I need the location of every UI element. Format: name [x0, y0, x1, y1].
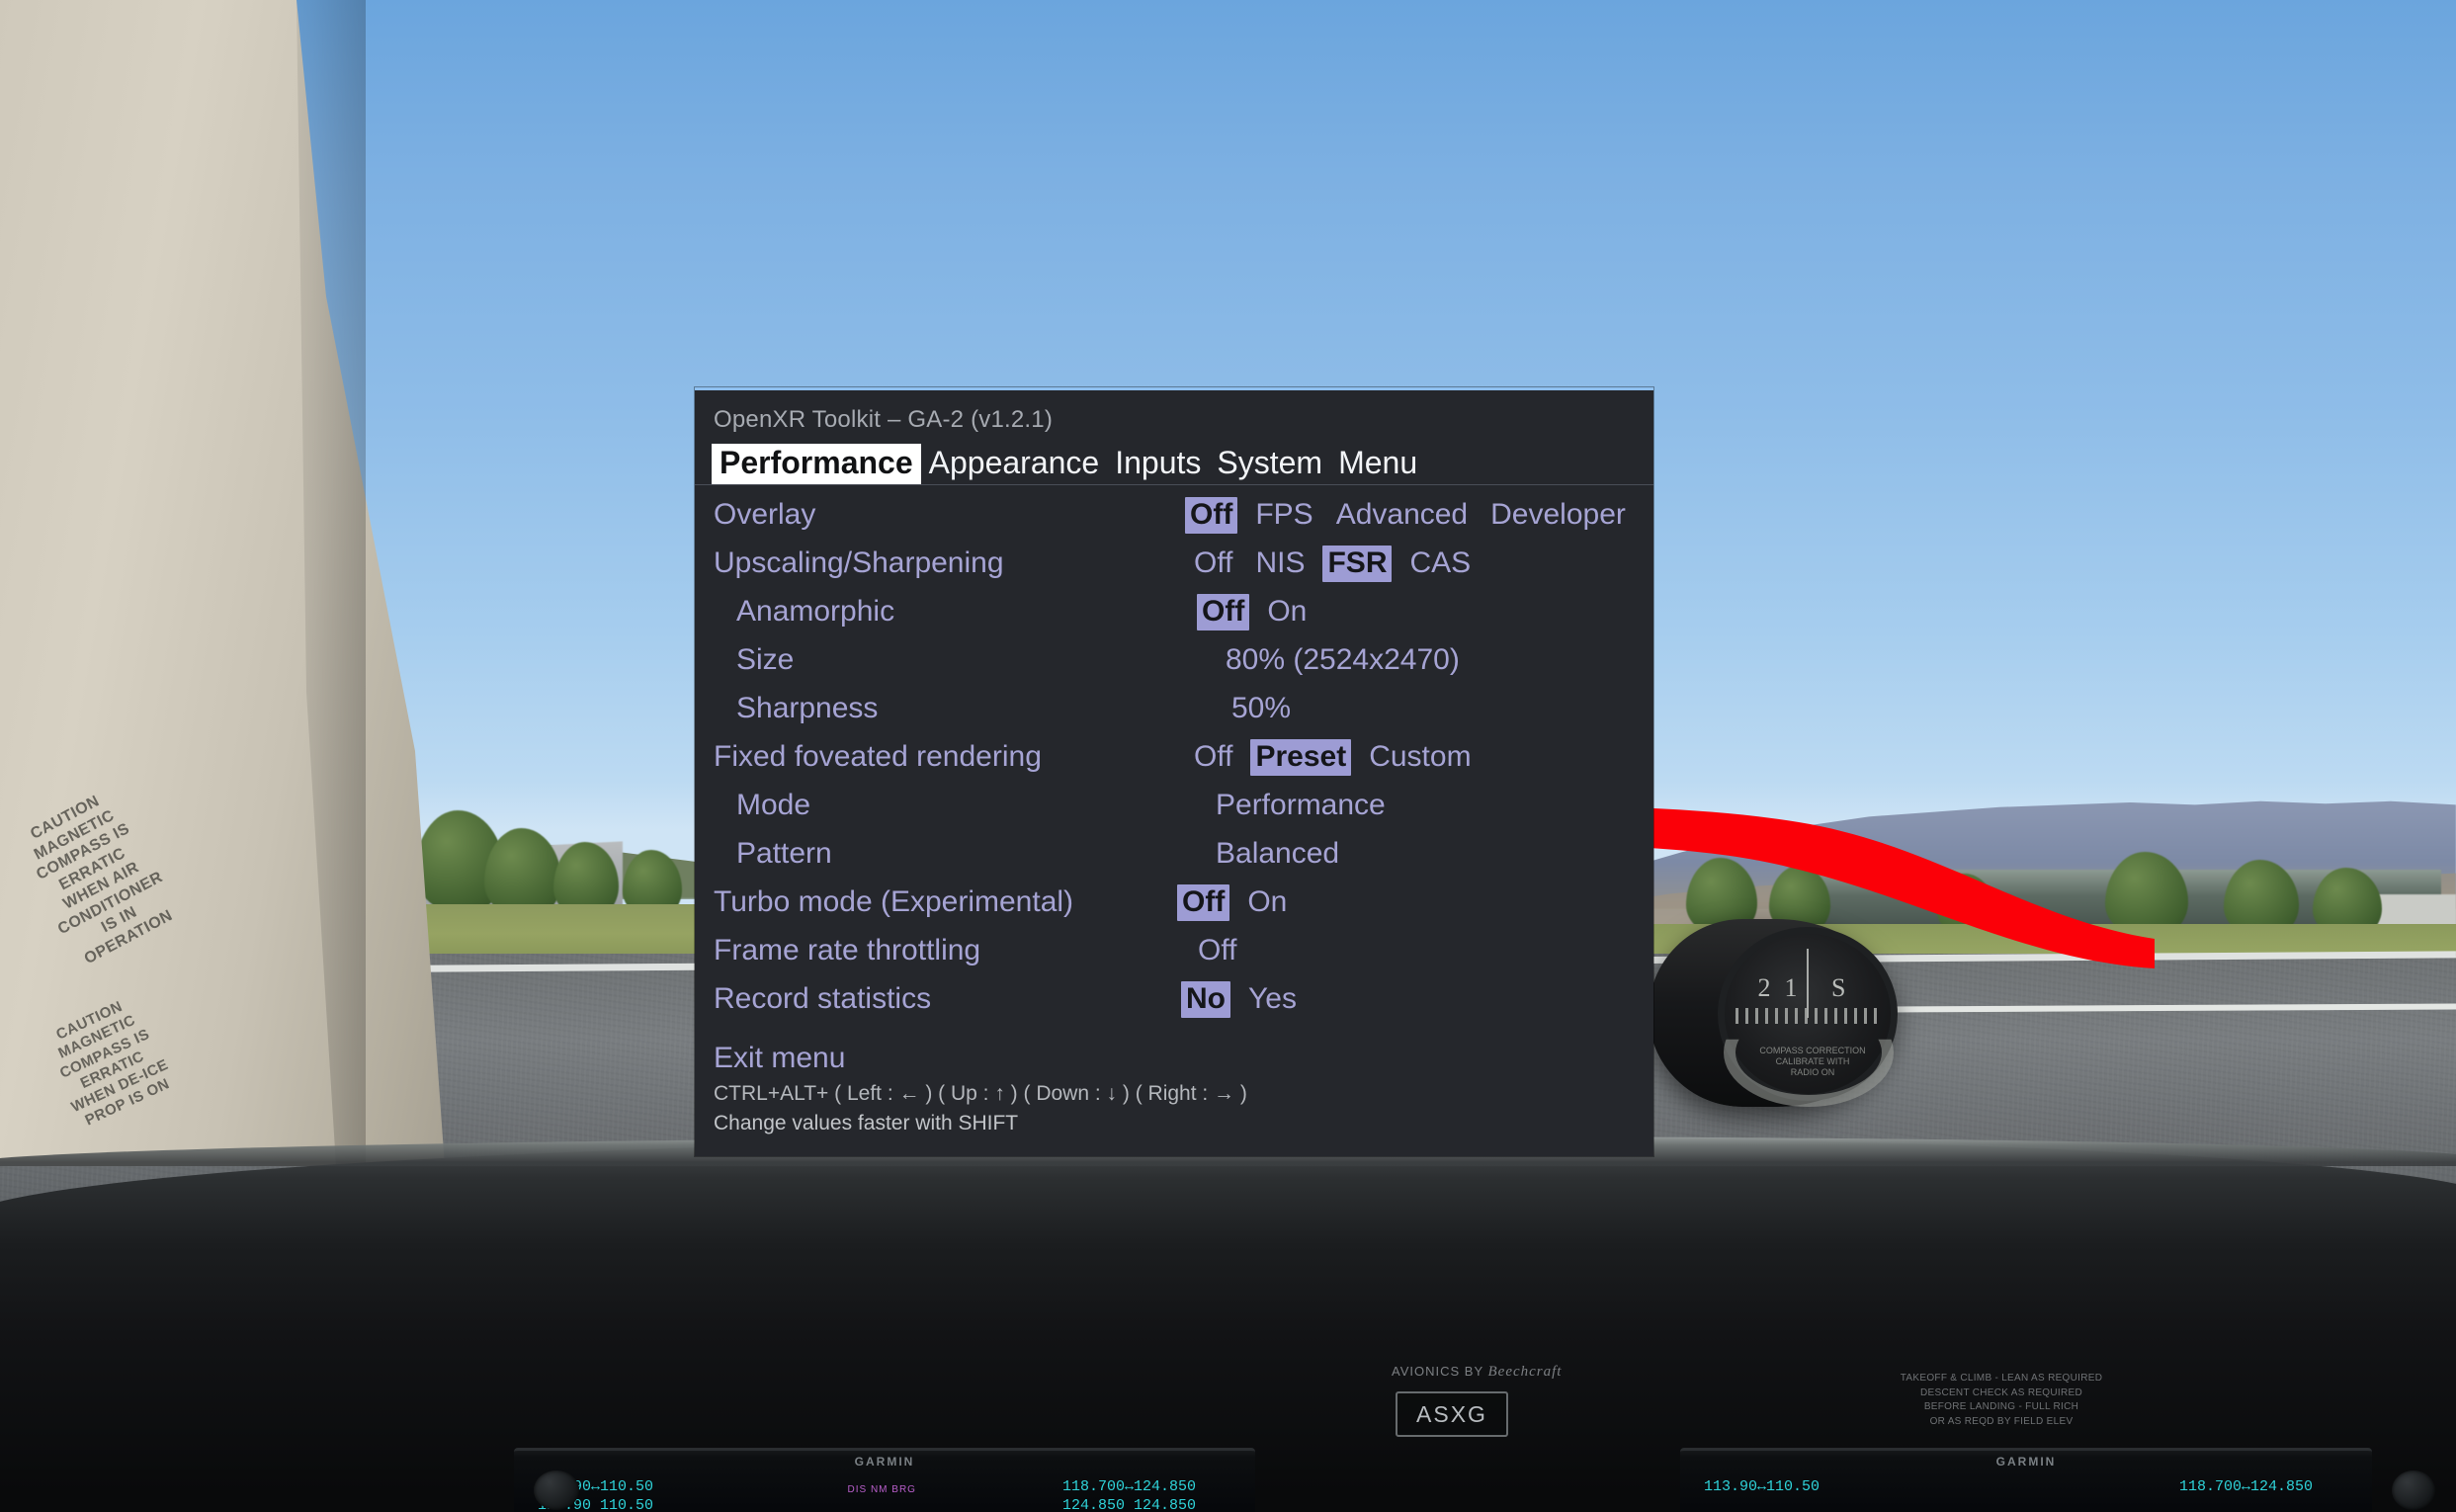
setting-row-anamorphic[interactable]: Anamorphic Off On — [695, 594, 1653, 642]
tab-performance[interactable]: Performance — [712, 443, 921, 484]
setting-label-mode: Mode — [736, 789, 811, 821]
value-sharpness[interactable]: 50% — [1227, 691, 1296, 727]
distance-bearing-labels: DIS NM BRG — [847, 1484, 916, 1495]
option-anamorphic-off[interactable]: Off — [1197, 594, 1250, 630]
option-upscaling-sharpening-fsr[interactable]: FSR — [1322, 546, 1393, 582]
setting-values-turbo-mode-experimental: Off On — [1149, 884, 1653, 921]
setting-values-record-statistics: No Yes — [1149, 981, 1653, 1018]
tab-menu[interactable]: Menu — [1330, 444, 1425, 484]
setting-label-pattern: Pattern — [736, 837, 832, 870]
setting-label-upscaling-sharpening: Upscaling/Sharpening — [714, 546, 1004, 579]
option-overlay-advanced[interactable]: Advanced — [1331, 497, 1473, 534]
option-overlay-off[interactable]: Off — [1185, 497, 1238, 534]
setting-row-fixed-foveated-rendering[interactable]: Fixed foveated rendering Off Preset Custom — [695, 739, 1653, 788]
garmin-tuning-knob-right[interactable] — [2392, 1470, 2435, 1510]
com-frequency-readout-left: 118.700↔124.850 124.850 124.850 — [1061, 1478, 1196, 1512]
option-overlay-fps[interactable]: FPS — [1250, 497, 1317, 534]
setting-row-sharpness[interactable]: Sharpness 50% — [695, 691, 1653, 739]
keyboard-hint: CTRL+ALT+ ( Left : ← ) ( Up : ↑ ) ( Down… — [714, 1079, 1247, 1138]
option-record-statistics-no[interactable]: No — [1181, 981, 1230, 1018]
screenshot-stage: CAUTION MAGNETIC COMPASS IS ERRATIC WHEN… — [0, 0, 2456, 1512]
keyboard-hint-line-1: CTRL+ALT+ ( Left : ← ) ( Up : ↑ ) ( Down… — [714, 1082, 1247, 1106]
keyboard-hint-line-2: Change values faster with SHIFT — [714, 1112, 1019, 1135]
setting-label-frame-rate-throttling: Frame rate throttling — [714, 934, 981, 966]
setting-row-frame-rate-throttling[interactable]: Frame rate throttling Off — [695, 933, 1653, 981]
value-size[interactable]: 80% (2524x2470) — [1221, 642, 1465, 679]
setting-values-overlay: Off FPS Advanced Developer — [1149, 497, 1653, 534]
setting-values-sharpness: 50% — [1149, 691, 1653, 727]
setting-values-frame-rate-throttling: Off — [1149, 933, 1653, 969]
settings-list: Overlay Off FPS Advanced Developer Upscaling/… — [695, 485, 1653, 1090]
tab-bar[interactable]: Performance Appearance Inputs System Men… — [695, 434, 1653, 485]
setting-label-size: Size — [736, 643, 795, 676]
setting-label-record-statistics: Record statistics — [714, 982, 932, 1015]
garmin-radio-left[interactable]: GARMIN 113.90↔110.50 113.90 110.50 DIS N… — [514, 1448, 1255, 1512]
nav-frequency-readout-right: 113.90↔110.50 — [1704, 1478, 1821, 1495]
setting-label-fixed-foveated-rendering: Fixed foveated rendering — [714, 740, 1042, 773]
compass-tick-marks — [1736, 1008, 1882, 1024]
option-upscaling-sharpening-off[interactable]: Off — [1189, 546, 1237, 582]
setting-row-turbo-mode-experimental[interactable]: Turbo mode (Experimental) Off On — [695, 884, 1653, 933]
option-turbo-mode-experimental-off[interactable]: Off — [1177, 884, 1230, 921]
option-fixed-foveated-rendering-preset[interactable]: Preset — [1250, 739, 1352, 776]
setting-row-pattern[interactable]: Pattern Balanced — [695, 836, 1653, 884]
value-mode[interactable]: Performance — [1211, 788, 1391, 824]
com-frequency-readout-right: 118.700↔124.850 — [2178, 1478, 2313, 1495]
setting-values-size: 80% (2524x2470) — [1149, 642, 1653, 679]
avionics-brand-label: AVIONICS BY Beechcraft — [1392, 1364, 1562, 1381]
setting-row-upscaling-sharpening[interactable]: Upscaling/Sharpening Off NIS FSR CAS — [695, 546, 1653, 594]
option-upscaling-sharpening-cas[interactable]: CAS — [1404, 546, 1476, 582]
tab-appearance[interactable]: Appearance — [921, 444, 1108, 484]
value-pattern[interactable]: Balanced — [1211, 836, 1344, 873]
option-fixed-foveated-rendering-custom[interactable]: Custom — [1364, 739, 1476, 776]
option-turbo-mode-experimental-on[interactable]: On — [1242, 884, 1292, 921]
garmin-tuning-knob-left[interactable] — [534, 1470, 579, 1510]
option-fixed-foveated-rendering-off[interactable]: Off — [1189, 739, 1237, 776]
garmin-logo: GARMIN — [854, 1455, 915, 1469]
exit-menu-label[interactable]: Exit menu — [695, 1042, 1149, 1075]
option-record-statistics-yes[interactable]: Yes — [1243, 981, 1302, 1018]
setting-values-pattern: Balanced — [1149, 836, 1653, 873]
setting-label-sharpness: Sharpness — [736, 692, 879, 724]
setting-row-overlay[interactable]: Overlay Off FPS Advanced Developer — [695, 497, 1653, 546]
garmin-logo: GARMIN — [1995, 1455, 2057, 1469]
option-anamorphic-on[interactable]: On — [1262, 594, 1312, 630]
avionics-brand-prefix: AVIONICS BY — [1392, 1364, 1488, 1379]
setting-row-size[interactable]: Size 80% (2524x2470) — [695, 642, 1653, 691]
setting-values-anamorphic: Off On — [1149, 594, 1653, 630]
compass-correction-note: COMPASS CORRECTION CALIBRATE WITH RADIO … — [1759, 1046, 1866, 1077]
garmin-radio-right[interactable]: GARMIN 113.90↔110.50 118.700↔124.850 — [1680, 1448, 2372, 1512]
setting-values-mode: Performance — [1149, 788, 1653, 824]
setting-label-turbo-mode-experimental: Turbo mode (Experimental) — [714, 885, 1074, 918]
option-upscaling-sharpening-nis[interactable]: NIS — [1250, 546, 1310, 582]
setting-values-upscaling-sharpening: Off NIS FSR CAS — [1149, 546, 1653, 582]
checklist-placard: TAKEOFF & CLIMB - LEAN AS REQUIRED DESCE… — [1900, 1373, 2103, 1427]
setting-label-anamorphic: Anamorphic — [736, 595, 895, 628]
tab-system[interactable]: System — [1209, 444, 1330, 484]
panel-title: OpenXR Toolkit – GA-2 (v1.2.1) — [714, 406, 1054, 433]
setting-values-fixed-foveated-rendering: Off Preset Custom — [1149, 739, 1653, 776]
tab-inputs[interactable]: Inputs — [1107, 444, 1209, 484]
setting-row-record-statistics[interactable]: Record statistics No Yes — [695, 981, 1653, 1030]
beechcraft-wordmark: Beechcraft — [1487, 1364, 1563, 1380]
openxr-toolkit-panel[interactable]: OpenXR Toolkit – GA-2 (v1.2.1) Performan… — [695, 387, 1653, 1156]
option-overlay-developer[interactable]: Developer — [1485, 497, 1631, 534]
tail-number-plate: ASXG — [1396, 1391, 1508, 1437]
setting-row-mode[interactable]: Mode Performance — [695, 788, 1653, 836]
value-frame-rate-throttling[interactable]: Off — [1193, 933, 1241, 969]
setting-label-overlay: Overlay — [714, 498, 816, 531]
